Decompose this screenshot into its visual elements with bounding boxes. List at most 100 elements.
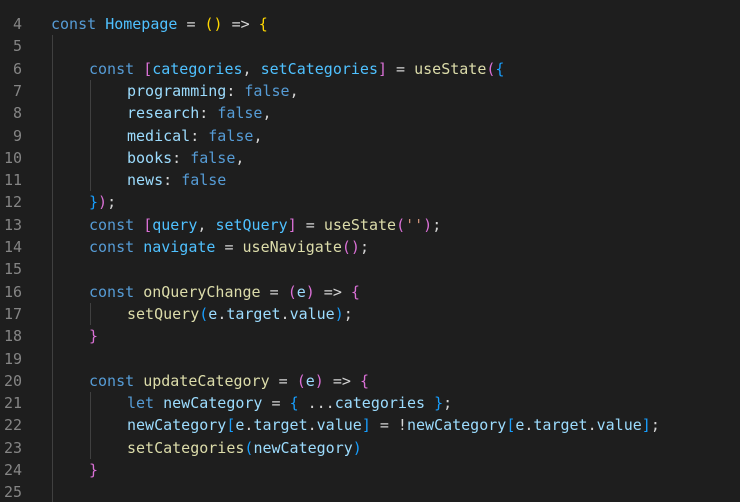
code-text: }); xyxy=(89,191,116,213)
code-token: Homepage xyxy=(105,15,178,33)
code-token: value xyxy=(596,416,642,435)
code-token: { xyxy=(258,15,268,33)
code-token: { xyxy=(289,394,299,413)
code-token: [ xyxy=(143,59,153,78)
code-token: query xyxy=(152,215,198,234)
code-token: ( xyxy=(296,371,306,390)
line-number: 22 xyxy=(3,416,22,435)
code-text: } xyxy=(89,325,98,347)
code-token: = xyxy=(260,282,288,301)
code-text: setCategories(newCategory) xyxy=(127,437,362,459)
code-token: ; xyxy=(359,238,369,256)
code-token: setQuery xyxy=(127,304,200,323)
code-token: = xyxy=(296,215,324,234)
indent-guide xyxy=(90,392,91,459)
code-token: setCategories xyxy=(260,59,378,78)
code-token: , xyxy=(253,126,263,145)
code-token: () xyxy=(341,238,360,256)
code-token: ... xyxy=(298,394,335,413)
code-token: medical xyxy=(127,126,191,145)
breadcrumb xyxy=(0,0,740,6)
code-token: e xyxy=(208,304,218,323)
code-token: , xyxy=(197,215,216,234)
code-token: const xyxy=(51,15,106,33)
code-text: const Homepage = () => { xyxy=(51,13,268,35)
code-token: = ! xyxy=(370,416,407,435)
code-token: newCategory xyxy=(127,416,227,435)
line-number: 8 xyxy=(12,104,22,123)
line-number: 20 xyxy=(3,371,22,390)
code-token: : xyxy=(172,148,191,167)
code-text: const onQueryChange = (e) => { xyxy=(89,281,360,303)
code-text: const [categories, setCategories] = useS… xyxy=(89,58,504,80)
code-token: = xyxy=(269,371,297,390)
code-token: ; xyxy=(432,215,442,234)
line-number: 21 xyxy=(3,394,22,413)
code-token: = xyxy=(177,15,205,33)
line-number: 16 xyxy=(3,282,22,301)
code-token: const xyxy=(89,59,144,78)
code-text: let newCategory = { ...categories }; xyxy=(127,392,452,414)
code-token: = xyxy=(215,238,243,256)
code-token: let xyxy=(127,394,164,413)
code-token: ; xyxy=(443,394,453,413)
indent-guide xyxy=(90,79,91,192)
code-text: news: false xyxy=(127,169,226,191)
code-token: } xyxy=(89,461,99,479)
code-token: e xyxy=(305,371,315,390)
line-number: 12 xyxy=(3,193,22,212)
code-text: research: false, xyxy=(127,102,272,124)
code-token: : xyxy=(190,126,209,145)
code-token: } xyxy=(434,394,444,413)
code-token: . xyxy=(280,304,290,323)
code-token: ( xyxy=(287,282,297,301)
code-token: newCategory xyxy=(253,438,353,457)
code-token: newCategory xyxy=(163,394,263,413)
line-number: 19 xyxy=(3,349,22,368)
line-number: 11 xyxy=(3,171,22,190)
code-token: false xyxy=(217,104,263,123)
code-token: e xyxy=(296,282,306,301)
code-token: { xyxy=(359,371,369,390)
code-token: { xyxy=(495,59,505,78)
code-token: categories xyxy=(334,394,426,413)
code-text: newCategory[e.target.value] = !newCatego… xyxy=(127,414,660,436)
code-token: programming xyxy=(127,81,227,100)
line-number: 17 xyxy=(3,304,22,323)
code-token: const xyxy=(89,215,144,234)
code-token: useState xyxy=(414,59,487,78)
line-number: 14 xyxy=(3,238,22,256)
indent-guide xyxy=(90,302,91,326)
code-token: { xyxy=(350,282,360,301)
code-token: false xyxy=(190,148,236,167)
code-token: newCategory xyxy=(406,416,507,435)
code-token: news xyxy=(127,171,164,190)
line-number: 4 xyxy=(12,15,22,33)
code-token: ; xyxy=(107,193,117,212)
code-token: . xyxy=(587,416,597,435)
code-token: ] xyxy=(287,215,297,234)
indent-guide xyxy=(52,35,53,502)
code-token: setQuery xyxy=(215,215,288,234)
code-token: , xyxy=(242,59,261,78)
line-number: 23 xyxy=(3,438,22,457)
code-token: const xyxy=(89,238,144,256)
code-token: , xyxy=(289,81,299,100)
code-token: target xyxy=(226,304,281,323)
code-token: } xyxy=(89,193,99,212)
code-token: false xyxy=(208,126,254,145)
code-text: const updateCategory = (e) => { xyxy=(89,370,369,392)
code-token: , xyxy=(235,148,245,167)
code-token: : xyxy=(199,104,218,123)
code-token: ] xyxy=(361,416,371,435)
code-token: => xyxy=(314,282,351,301)
code-token: ] xyxy=(641,416,651,435)
code-editor[interactable]: 4 const Homepage = () => {5 6 const [catego… xyxy=(0,0,740,502)
code-token: useState xyxy=(323,215,397,234)
code-token: books xyxy=(127,148,173,167)
code-token: = xyxy=(262,394,290,413)
code-token: value xyxy=(316,416,362,435)
code-token: => xyxy=(323,371,360,390)
code-token: , xyxy=(262,104,272,123)
code-token: onQueryChange xyxy=(143,282,261,301)
